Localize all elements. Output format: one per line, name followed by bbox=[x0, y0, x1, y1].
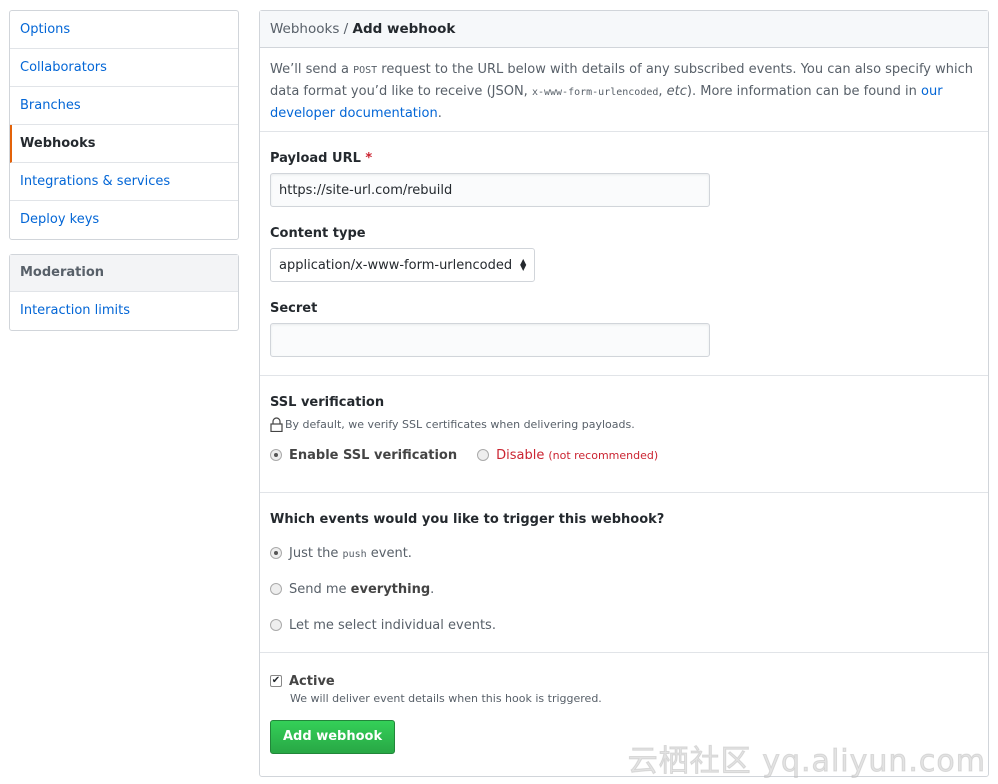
breadcrumb-separator: / bbox=[339, 21, 353, 37]
sidebar-item-interaction-limits[interactable]: Interaction limits bbox=[10, 292, 238, 330]
push-event-radio[interactable]: Just the push event. bbox=[270, 543, 978, 563]
payload-url-input[interactable] bbox=[270, 173, 710, 207]
radio-unchecked-icon[interactable] bbox=[477, 449, 490, 461]
sidebar-item-options[interactable]: Options bbox=[10, 11, 238, 49]
content-type-label: Content type bbox=[270, 226, 366, 241]
moderation-heading: Moderation bbox=[10, 255, 238, 292]
breadcrumb: Webhooks / Add webhook bbox=[260, 11, 988, 48]
secret-label: Secret bbox=[270, 301, 318, 316]
sidebar-item-integrations[interactable]: Integrations & services bbox=[10, 163, 238, 201]
watermark: 云栖社区 yq.aliyun.com bbox=[627, 744, 986, 780]
ssl-note: By default, we verify SSL certificates w… bbox=[285, 418, 635, 431]
breadcrumb-webhooks[interactable]: Webhooks bbox=[270, 21, 339, 37]
secret-input[interactable] bbox=[270, 323, 710, 357]
active-checkbox[interactable]: ✔ Active bbox=[270, 671, 978, 691]
sidebar-item-webhooks[interactable]: Webhooks bbox=[10, 125, 238, 163]
page-title: Add webhook bbox=[352, 21, 456, 37]
ssl-heading: SSL verification bbox=[270, 395, 385, 410]
checkbox-checked-icon[interactable]: ✔ bbox=[270, 675, 282, 687]
add-webhook-button[interactable]: Add webhook bbox=[270, 720, 396, 754]
webhook-form-panel: Webhooks / Add webhook We’ll send a POST… bbox=[259, 10, 989, 777]
form-fields: Payload URL * Content type application/x… bbox=[260, 132, 988, 376]
sidebar-item-branches[interactable]: Branches bbox=[10, 87, 238, 125]
lock-icon bbox=[270, 417, 283, 432]
intro-text: We’ll send a POST request to the URL bel… bbox=[260, 48, 988, 132]
ssl-section: SSL verification By default, we verify S… bbox=[260, 376, 988, 493]
everything-radio[interactable]: Send me everything. bbox=[270, 579, 978, 599]
select-arrows-icon: ▲ ▼ bbox=[520, 257, 527, 272]
sidebar-item-deploy-keys[interactable]: Deploy keys bbox=[10, 201, 238, 239]
sidebar-item-collaborators[interactable]: Collaborators bbox=[10, 49, 238, 87]
radio-checked-icon[interactable] bbox=[270, 449, 282, 461]
radio-checked-icon[interactable] bbox=[270, 547, 282, 559]
individual-events-radio[interactable]: Let me select individual events. bbox=[270, 615, 978, 635]
payload-url-label: Payload URL * bbox=[270, 151, 373, 166]
radio-unchecked-icon[interactable] bbox=[270, 619, 282, 631]
active-note: We will deliver event details when this … bbox=[290, 692, 602, 705]
content-type-select[interactable]: application/x-www-form-urlencoded ▲ ▼ bbox=[270, 248, 536, 282]
disable-ssl-radio[interactable]: Disable (not recommended) bbox=[477, 445, 658, 465]
radio-unchecked-icon[interactable] bbox=[270, 583, 282, 595]
moderation-menu: Moderation Interaction limits bbox=[9, 254, 239, 331]
settings-menu: Options Collaborators Branches Webhooks … bbox=[9, 10, 239, 240]
events-heading: Which events would you like to trigger t… bbox=[270, 512, 665, 527]
events-section: Which events would you like to trigger t… bbox=[260, 493, 988, 653]
enable-ssl-radio[interactable]: Enable SSL verification bbox=[270, 445, 457, 465]
